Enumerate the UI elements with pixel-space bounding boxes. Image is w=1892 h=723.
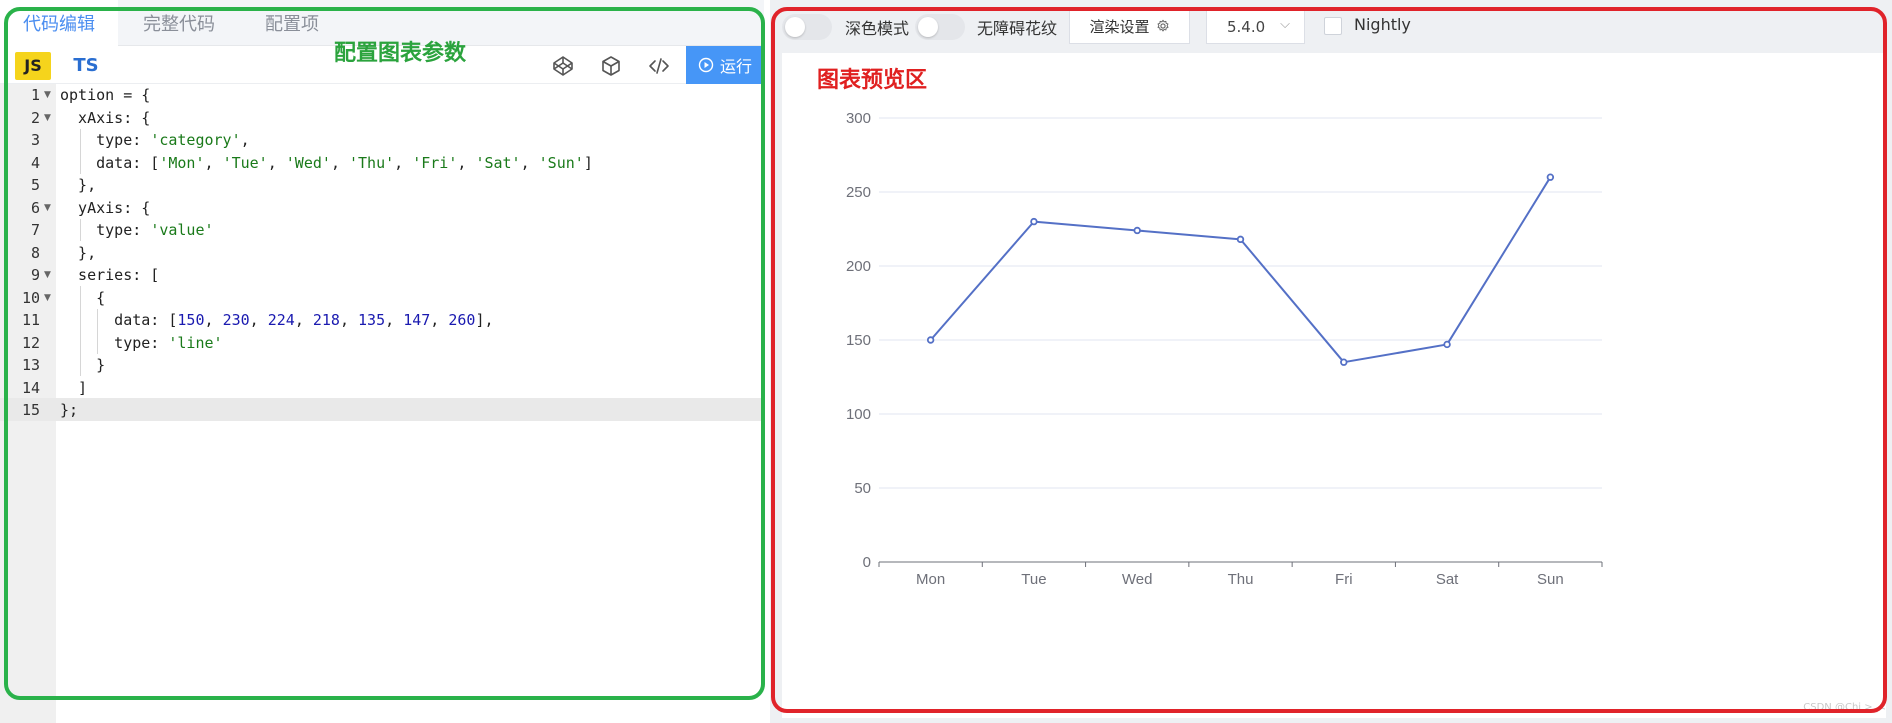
gear-icon [1157,19,1168,32]
data-point [1443,340,1451,349]
dark-mode-toggle[interactable] [782,14,832,40]
x-tick-label: Tue [1021,571,1046,588]
annotation-config-params: 配置图表参数 [334,41,467,66]
lang-js-button[interactable]: JS [15,52,51,80]
data-point [1546,173,1555,181]
line-number: 7 [30,221,40,239]
data-point [1236,235,1245,244]
tab-options[interactable]: 配置项 [240,0,344,46]
x-tick-label: Wed [1122,571,1153,588]
line-number: 11 [21,311,40,329]
a11y-pattern-label: 无障碍花纹 [977,19,1058,38]
code-line: data: ['Mon', 'Tue', 'Wed', 'Thu', 'Fri'… [60,153,593,172]
version-value: 5.4.0 [1227,18,1266,36]
line-number: 10 [21,288,40,307]
line-number: 5 [30,176,40,194]
code-line: { [60,288,106,307]
line-number: 8 [30,243,40,262]
code-editor-panel: 代码编辑 完整代码 配置项 JS TS 运行 配置图表参数 1 2 3 4 5 … [0,0,764,723]
dark-mode-label: 深色模式 [845,19,910,38]
nightly-checkbox[interactable] [1324,17,1342,35]
line-number: 12 [21,333,40,352]
y-tick-label: 200 [846,258,871,275]
line-number: 13 [21,356,40,374]
y-tick-label: 300 [846,110,871,127]
nightly-label: Nightly [1354,15,1411,34]
code-line: yAxis: { [60,198,151,217]
code-line: } [60,356,106,374]
data-point [1133,226,1141,235]
y-tick-label: 50 [854,480,871,497]
cube-icon[interactable] [599,54,623,78]
line-number: 6 [30,198,40,217]
watermark: CSDN @Chi >_< [1803,702,1886,713]
fold-arrow-icon[interactable]: ▼ [44,107,54,130]
run-button[interactable]: 运行 [686,46,764,84]
series-line [929,176,1552,364]
chart-canvas[interactable]: 图表预览区 0 50 100 150 200 250 300 Mon Tue Wed Thu Fri S… [782,53,1886,718]
tab-full-code[interactable]: 完整代码 [120,0,238,46]
fold-arrow-icon[interactable]: ▼ [44,264,54,287]
code-line: series: [ [60,266,160,284]
toggle-knob [918,17,938,37]
version-select[interactable]: 5.4.0 ⌵ [1206,8,1305,44]
line-number: 2 [30,108,40,127]
tab-code-edit[interactable]: 代码编辑 [0,0,118,46]
lang-ts-button[interactable]: TS [66,52,106,80]
codepen-icon[interactable] [551,54,575,78]
line-number: 14 [21,378,40,397]
x-tick-label: Sat [1436,571,1459,588]
code-line: type: 'category', [60,131,250,149]
active-line-highlight [0,398,764,421]
line-chart: 0 50 100 150 200 250 300 Mon Tue Wed Thu Fri Sat Sun [846,110,1603,588]
preview-toolbar: 深色模式 无障碍花纹 渲染设置 5.4.0 ⌵ Nightly [770,0,1892,53]
a11y-pattern-toggle[interactable] [915,14,965,40]
y-tick-label: 100 [846,406,871,423]
data-point [926,336,935,344]
toggle-knob [785,17,805,37]
y-tick-label: 150 [846,332,871,349]
code-line: ] [60,378,88,397]
code-line: type: 'line' [60,333,223,352]
line-number: 3 [30,131,40,149]
chevron-down-icon: ⌵ [1280,17,1290,32]
fold-arrow-icon[interactable]: ▼ [44,287,54,310]
code-line: data: [150, 230, 224, 218, 135, 147, 260… [60,311,494,329]
line-number: 9 [30,266,40,284]
code-line: xAxis: { [60,108,151,127]
x-tick-label: Thu [1228,571,1254,588]
run-button-label: 运行 [719,57,752,76]
fold-arrow-icon[interactable]: ▼ [44,84,54,107]
line-number: 4 [30,153,40,172]
render-settings-label: 渲染设置 [1089,17,1150,36]
code-line: }, [60,243,97,262]
x-tick-label: Sun [1537,571,1564,588]
data-point [1030,217,1038,226]
code-line: type: 'value' [60,221,214,239]
x-tick-label: Fri [1335,571,1353,588]
y-tick-label: 0 [863,554,871,571]
code-icon[interactable] [647,54,671,78]
code-line: option = { [60,86,151,104]
fold-arrow-icon[interactable]: ▼ [44,197,54,220]
code-line: }; [60,401,79,419]
x-tick-label: Mon [916,571,945,588]
y-tick-label: 250 [846,184,871,201]
chart-preview-panel: 深色模式 无障碍花纹 渲染设置 5.4.0 ⌵ Nightly 图表预览区 05… [770,0,1892,723]
code-line: }, [60,176,97,194]
line-number: 1 [30,86,40,104]
render-settings-button[interactable]: 渲染设置 [1069,8,1190,44]
data-point [1340,358,1348,366]
play-circle-icon [698,57,714,73]
line-number: 15 [21,401,40,419]
